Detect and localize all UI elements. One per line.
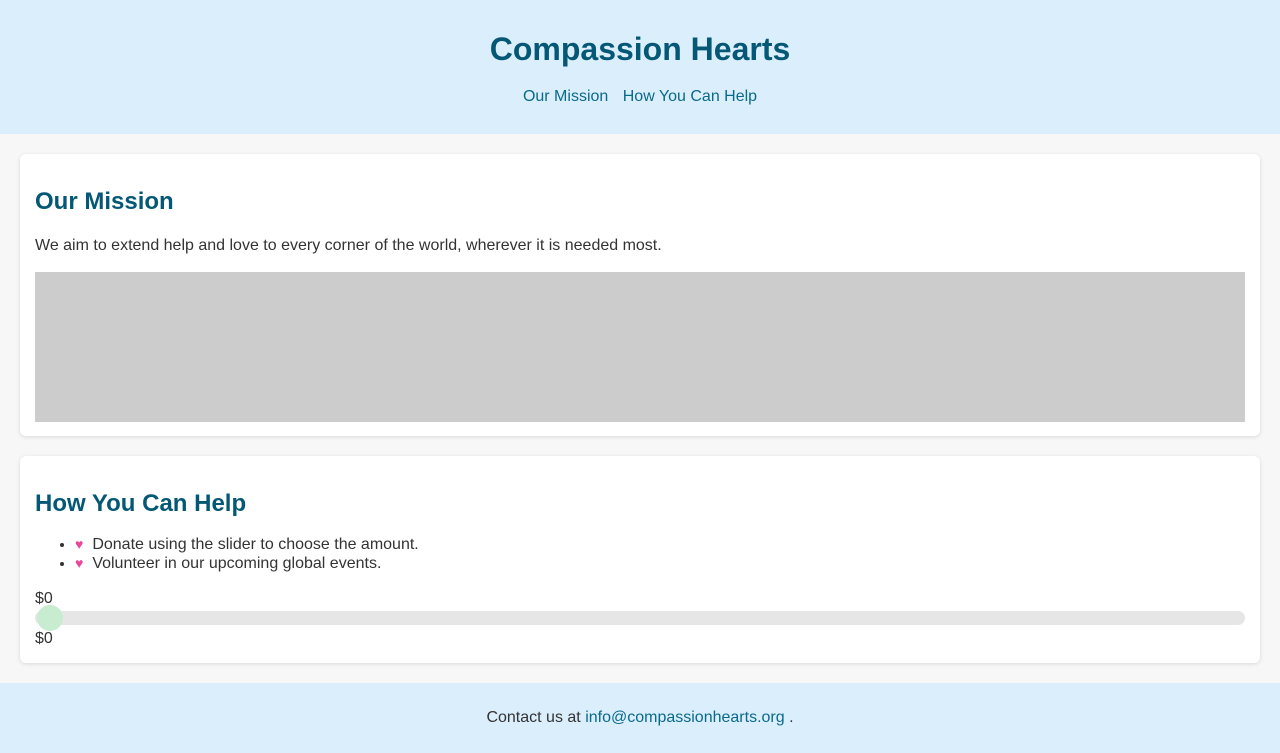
site-title: Compassion Hearts [489, 31, 791, 67]
donation-slider-thumb[interactable] [37, 605, 63, 631]
site-footer: Contact us at info@compassionhearts.org … [0, 683, 1280, 753]
help-item-donate: Donate using the slider to choose the am… [92, 536, 419, 553]
main-content: Our Mission We aim to extend help and lo… [0, 134, 1280, 663]
mission-image-placeholder [35, 272, 1245, 422]
heart-icon: ♥ [75, 555, 84, 571]
footer-prefix: Contact us at [486, 709, 581, 726]
heart-icon: ♥ [75, 536, 84, 552]
nav-link-how-you-can-help[interactable]: How You Can Help [623, 88, 757, 105]
mission-heading: Our Mission [35, 188, 174, 215]
mission-card: Our Mission We aim to extend help and lo… [20, 154, 1260, 436]
help-heading: How You Can Help [35, 490, 247, 517]
mission-text: We aim to extend help and love to every … [35, 237, 662, 254]
donation-amount-display: $0 [35, 590, 53, 607]
help-list: ♥ Donate using the slider to choose the a… [35, 535, 1245, 573]
list-item: ♥ Volunteer in our upcoming global events… [75, 554, 1245, 573]
donation-amount-label: $0 [35, 630, 53, 647]
donation-slider[interactable] [35, 605, 1245, 631]
footer-email-link[interactable]: info@compassionhearts.org [585, 709, 784, 726]
site-header: Compassion Hearts Our Mission How You Ca… [0, 0, 1280, 134]
main-nav: Our Mission How You Can Help [0, 88, 1280, 106]
help-item-volunteer: Volunteer in our upcoming global events. [92, 555, 382, 572]
nav-link-our-mission[interactable]: Our Mission [523, 88, 608, 105]
footer-suffix: . [789, 709, 794, 726]
list-item: ♥ Donate using the slider to choose the a… [75, 535, 1245, 554]
help-card: How You Can Help ♥ Donate using the slide… [20, 456, 1260, 663]
